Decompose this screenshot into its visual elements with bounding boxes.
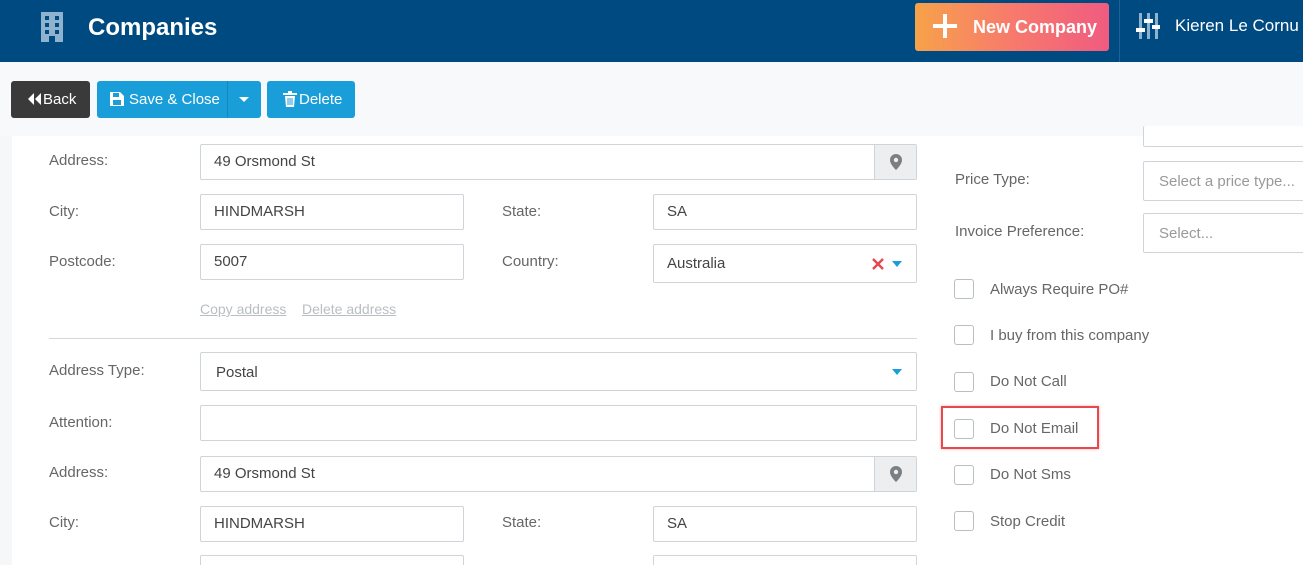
postal-address-value: 49 Orsmond St: [214, 465, 315, 482]
split-divider: [227, 81, 228, 118]
postal-address-label: Address:: [49, 464, 109, 481]
map-pin-icon: [890, 154, 902, 170]
state-label: State:: [502, 203, 542, 220]
do-not-sms-label[interactable]: Do Not Sms: [990, 466, 1071, 484]
buy-from-company-checkbox[interactable]: [954, 325, 974, 345]
city-input[interactable]: HINDMARSH: [200, 194, 464, 230]
attention-label: Attention:: [49, 414, 113, 431]
postal-address-input[interactable]: 49 Orsmond St: [200, 456, 917, 492]
address-input[interactable]: 49 Orsmond St: [200, 144, 917, 180]
postcode-label: Postcode:: [49, 253, 116, 270]
map-pin-icon: [890, 466, 902, 482]
city-value: HINDMARSH: [214, 203, 305, 220]
country-select[interactable]: Australia: [653, 244, 917, 283]
attention-input[interactable]: [200, 405, 917, 441]
chevron-down-icon[interactable]: [892, 261, 902, 267]
postal-state-value: SA: [667, 515, 688, 532]
action-toolbar: Back Save & Close Delete: [0, 62, 1303, 136]
stop-credit-checkbox[interactable]: [954, 511, 974, 531]
save-close-label: Save & Close: [129, 91, 220, 108]
price-type-placeholder: Select a price type...: [1159, 173, 1295, 190]
back-button[interactable]: Back: [11, 81, 90, 118]
price-type-label: Price Type:: [955, 171, 1030, 188]
map-pin-button[interactable]: [874, 145, 916, 179]
map-pin-button[interactable]: [874, 457, 916, 491]
section-divider: [49, 338, 917, 339]
right-top-field[interactable]: [1143, 126, 1303, 147]
invoice-preference-label: Invoice Preference:: [955, 223, 1085, 240]
invoice-preference-select[interactable]: Select...: [1143, 213, 1303, 253]
postal-city-value: HINDMARSH: [214, 515, 305, 532]
delete-button[interactable]: Delete: [267, 81, 355, 118]
postal-country-select[interactable]: [653, 555, 917, 565]
always-require-po-checkbox[interactable]: [954, 279, 974, 299]
delete-address-link[interactable]: Delete address: [302, 301, 396, 317]
back-arrow-icon: [28, 93, 41, 105]
postcode-input[interactable]: 5007: [200, 244, 464, 280]
copy-address-link[interactable]: Copy address: [200, 301, 286, 317]
postcode-value: 5007: [214, 253, 248, 270]
save-close-button[interactable]: Save & Close: [97, 81, 261, 118]
stop-credit-label[interactable]: Stop Credit: [990, 513, 1065, 531]
header-divider: [1119, 0, 1120, 62]
new-company-button[interactable]: New Company: [915, 3, 1109, 51]
address-type-label: Address Type:: [49, 362, 145, 379]
state-value: SA: [667, 203, 688, 220]
sliders-icon[interactable]: [1136, 13, 1160, 39]
address-type-value: Postal: [216, 364, 258, 381]
clear-icon[interactable]: [872, 258, 884, 270]
address-type-select[interactable]: Postal: [200, 352, 917, 391]
country-value: Australia: [667, 255, 726, 272]
invoice-preference-placeholder: Select...: [1159, 225, 1214, 242]
address-label: Address:: [49, 152, 109, 169]
postal-city-label: City:: [49, 514, 79, 531]
postal-city-input[interactable]: HINDMARSH: [200, 506, 464, 542]
do-not-call-label[interactable]: Do Not Call: [990, 373, 1067, 391]
city-label: City:: [49, 203, 79, 220]
back-label: Back: [43, 91, 77, 108]
delete-label: Delete: [299, 91, 343, 108]
do-not-call-checkbox[interactable]: [954, 372, 974, 392]
address-value: 49 Orsmond St: [214, 153, 315, 170]
new-company-label: New Company: [973, 17, 1098, 37]
postal-state-input[interactable]: SA: [653, 506, 917, 542]
trash-icon: [283, 91, 297, 107]
highlight-box: [941, 406, 1099, 449]
user-name[interactable]: Kieren Le Cornu: [1175, 16, 1299, 36]
chevron-down-icon[interactable]: [892, 369, 902, 375]
do-not-sms-checkbox[interactable]: [954, 465, 974, 485]
save-icon: [110, 92, 124, 106]
state-input[interactable]: SA: [653, 194, 917, 230]
plus-icon: [933, 14, 957, 38]
top-bar: Companies New Company Kieren Le Cornu: [0, 0, 1303, 62]
country-label: Country:: [502, 253, 559, 270]
buy-from-company-label[interactable]: I buy from this company: [990, 327, 1149, 345]
postal-state-label: State:: [502, 514, 542, 531]
building-icon: [41, 12, 63, 42]
postal-postcode-input[interactable]: [200, 555, 464, 565]
save-dropdown-caret-icon[interactable]: [239, 97, 249, 102]
price-type-select[interactable]: Select a price type...: [1143, 161, 1303, 201]
always-require-po-label[interactable]: Always Require PO#: [990, 281, 1128, 299]
page-title: Companies: [88, 14, 218, 41]
